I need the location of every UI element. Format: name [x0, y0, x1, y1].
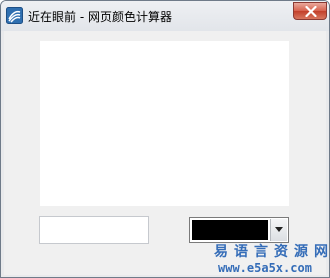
title-bar[interactable]: 近在眼前 - 网页颜色计算器 [1, 1, 329, 31]
logo-icon [6, 7, 23, 24]
close-button[interactable] [293, 2, 327, 20]
color-preview-panel [40, 41, 289, 206]
watermark-site-name: 易语言资源网 [214, 244, 330, 260]
window-title: 近在眼前 - 网页颜色计算器 [28, 10, 172, 24]
color-select[interactable] [189, 217, 289, 243]
close-icon [305, 6, 317, 17]
color-code-input[interactable] [39, 216, 149, 244]
selected-color-swatch [192, 220, 268, 240]
client-area [4, 31, 326, 275]
watermark-url: www.e5a5x.com [218, 261, 312, 275]
dropdown-button[interactable] [270, 219, 287, 241]
app-window: 近在眼前 - 网页颜色计算器 易语言资源网 www.e5a5x.com [0, 0, 330, 278]
chevron-down-icon [275, 227, 283, 232]
